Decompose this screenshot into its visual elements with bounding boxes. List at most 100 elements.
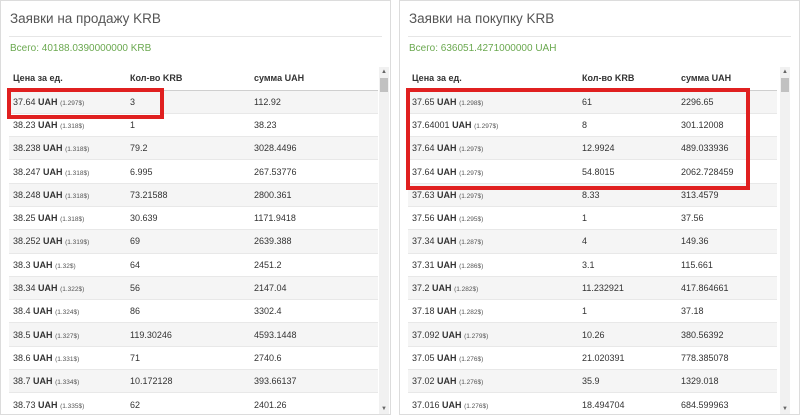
qty-cell: 119.30246: [126, 322, 250, 347]
table-row[interactable]: 38.3 UAH (1.32$) 64 2451.2: [9, 252, 378, 277]
qty-cell: 71: [126, 345, 250, 370]
price-usd: (1.331$): [55, 355, 80, 363]
price-value: 37.56: [412, 213, 435, 224]
scroll-up-arrow-icon[interactable]: ▲: [379, 67, 389, 77]
qty-cell: 8: [578, 112, 677, 137]
sum-cell: 417.864661: [677, 275, 777, 300]
table-row[interactable]: 38.73 UAH (1.335$) 62 2401.26: [9, 392, 378, 414]
sell-scrollbar[interactable]: ▲ ▼: [379, 67, 389, 414]
table-row[interactable]: 38.5 UAH (1.327$) 119.30246 4593.1448: [9, 322, 378, 347]
price-value: 37.05: [412, 352, 435, 363]
table-row[interactable]: 37.63 UAH (1.297$) 8.33 313.4579: [408, 182, 777, 207]
column-header-sum[interactable]: сумма UAH: [250, 67, 378, 91]
sell-orders-total: Всего: 40188.0390000000 KRB: [10, 43, 152, 54]
column-header-price[interactable]: Цена за ед.: [9, 67, 126, 91]
price-value: 37.64: [13, 96, 36, 107]
price-usd: (1.327$): [55, 332, 80, 340]
price-value: 38.73: [13, 399, 36, 410]
qty-cell: 1: [578, 299, 677, 323]
sum-cell: 489.033936: [677, 136, 777, 160]
buy-orders-table-wrap[interactable]: Цена за ед. Кол-во KRB сумма UAH 37.65 U…: [408, 67, 790, 414]
price-cell: 37.65 UAH (1.298$): [408, 89, 578, 114]
table-row[interactable]: 37.56 UAH (1.295$) 1 37.56: [408, 205, 777, 230]
table-row[interactable]: 37.64 UAH (1.297$) 3 112.92: [9, 89, 378, 114]
divider: [9, 36, 382, 37]
table-row[interactable]: 38.248 UAH (1.318$) 73.21588 2800.361: [9, 182, 378, 207]
price-cell: 38.252 UAH (1.319$): [9, 229, 126, 254]
qty-cell: 56: [126, 275, 250, 300]
table-row[interactable]: 37.31 UAH (1.286$) 3.1 115.661: [408, 252, 777, 277]
scroll-down-arrow-icon[interactable]: ▼: [780, 404, 790, 414]
price-value: 38.3: [13, 259, 31, 270]
sum-cell: 2639.388: [250, 229, 378, 254]
sum-cell: 380.56392: [677, 322, 777, 347]
qty-cell: 6.995: [126, 159, 250, 184]
buy-orders-table: Цена за ед. Кол-во KRB сумма UAH 37.65 U…: [408, 67, 777, 414]
price-currency: UAH: [452, 119, 472, 130]
scroll-down-arrow-icon[interactable]: ▼: [379, 404, 389, 414]
table-row[interactable]: 37.64 UAH (1.297$) 54.8015 2062.728459: [408, 159, 777, 184]
qty-cell: 21.020391: [578, 345, 677, 370]
price-cell: 38.4 UAH (1.324$): [9, 299, 126, 323]
table-row[interactable]: 38.238 UAH (1.318$) 79.2 3028.4496: [9, 136, 378, 160]
table-row[interactable]: 38.23 UAH (1.318$) 1 38.23: [9, 112, 378, 137]
table-row[interactable]: 37.2 UAH (1.282$) 11.232921 417.864661: [408, 275, 777, 300]
price-value: 38.6: [13, 352, 31, 363]
table-row[interactable]: 38.25 UAH (1.318$) 30.639 1171.9418: [9, 205, 378, 230]
table-header-row: Цена за ед. Кол-во KRB сумма UAH: [9, 67, 378, 91]
price-usd: (1.318$): [65, 146, 90, 154]
price-value: 37.64: [412, 143, 435, 154]
buy-scrollbar[interactable]: ▲ ▼: [780, 67, 790, 414]
table-row[interactable]: 37.34 UAH (1.287$) 4 149.36: [408, 229, 777, 254]
table-row[interactable]: 38.252 UAH (1.319$) 69 2639.388: [9, 229, 378, 254]
price-cell: 37.64 UAH (1.297$): [408, 136, 578, 160]
table-row[interactable]: 37.64001 UAH (1.297$) 8 301.12008: [408, 112, 777, 137]
price-value: 38.248: [13, 189, 41, 200]
price-usd: (1.287$): [459, 239, 484, 247]
price-usd: (1.298$): [459, 99, 484, 107]
price-value: 38.7: [13, 376, 31, 387]
qty-cell: 4: [578, 229, 677, 254]
sell-orders-table-wrap[interactable]: Цена за ед. Кол-во KRB сумма UAH 37.64 U…: [9, 67, 389, 414]
price-value: 38.4: [13, 306, 31, 317]
sum-cell: 115.661: [677, 252, 777, 277]
price-currency: UAH: [437, 376, 457, 387]
table-row[interactable]: 38.34 UAH (1.322$) 56 2147.04: [9, 275, 378, 300]
price-value: 37.64: [412, 166, 435, 177]
table-row[interactable]: 38.4 UAH (1.324$) 86 3302.4: [9, 299, 378, 323]
table-row[interactable]: 38.7 UAH (1.334$) 10.172128 393.66137: [9, 369, 378, 393]
price-value: 37.092: [412, 329, 440, 340]
price-currency: UAH: [437, 213, 457, 224]
price-usd: (1.297$): [459, 169, 484, 177]
sum-cell: 4593.1448: [250, 322, 378, 347]
scroll-thumb[interactable]: [380, 78, 388, 92]
price-currency: UAH: [442, 399, 462, 410]
sum-cell: 2740.6: [250, 345, 378, 370]
table-row[interactable]: 37.05 UAH (1.276$) 21.020391 778.385078: [408, 345, 777, 370]
price-value: 37.2: [412, 283, 430, 294]
table-row[interactable]: 37.65 UAH (1.298$) 61 2296.65: [408, 89, 777, 114]
column-header-price[interactable]: Цена за ед.: [408, 67, 578, 91]
qty-cell: 69: [126, 229, 250, 254]
table-row[interactable]: 37.092 UAH (1.279$) 10.26 380.56392: [408, 322, 777, 347]
table-row[interactable]: 37.016 UAH (1.276$) 18.494704 684.599963: [408, 392, 777, 414]
price-value: 38.25: [13, 213, 36, 224]
column-header-qty[interactable]: Кол-во KRB: [126, 67, 250, 91]
column-header-qty[interactable]: Кол-во KRB: [578, 67, 677, 91]
column-header-sum[interactable]: сумма UAH: [677, 67, 777, 91]
price-cell: 37.05 UAH (1.276$): [408, 345, 578, 370]
qty-cell: 8.33: [578, 182, 677, 207]
table-row[interactable]: 37.02 UAH (1.276$) 35.9 1329.018: [408, 369, 777, 393]
sum-cell: 778.385078: [677, 345, 777, 370]
scroll-thumb[interactable]: [781, 78, 789, 92]
price-usd: (1.297$): [474, 122, 499, 130]
buy-orders-body: 37.65 UAH (1.298$) 61 2296.65 37.64001 UAH …: [408, 89, 777, 414]
table-row[interactable]: 37.18 UAH (1.282$) 1 37.18: [408, 299, 777, 323]
table-row[interactable]: 37.64 UAH (1.297$) 12.9924 489.033936: [408, 136, 777, 160]
price-usd: (1.276$): [459, 355, 484, 363]
price-usd: (1.297$): [459, 146, 484, 154]
table-row[interactable]: 38.247 UAH (1.318$) 6.995 267.53776: [9, 159, 378, 184]
scroll-up-arrow-icon[interactable]: ▲: [780, 67, 790, 77]
price-currency: UAH: [38, 213, 58, 224]
table-row[interactable]: 38.6 UAH (1.331$) 71 2740.6: [9, 345, 378, 370]
